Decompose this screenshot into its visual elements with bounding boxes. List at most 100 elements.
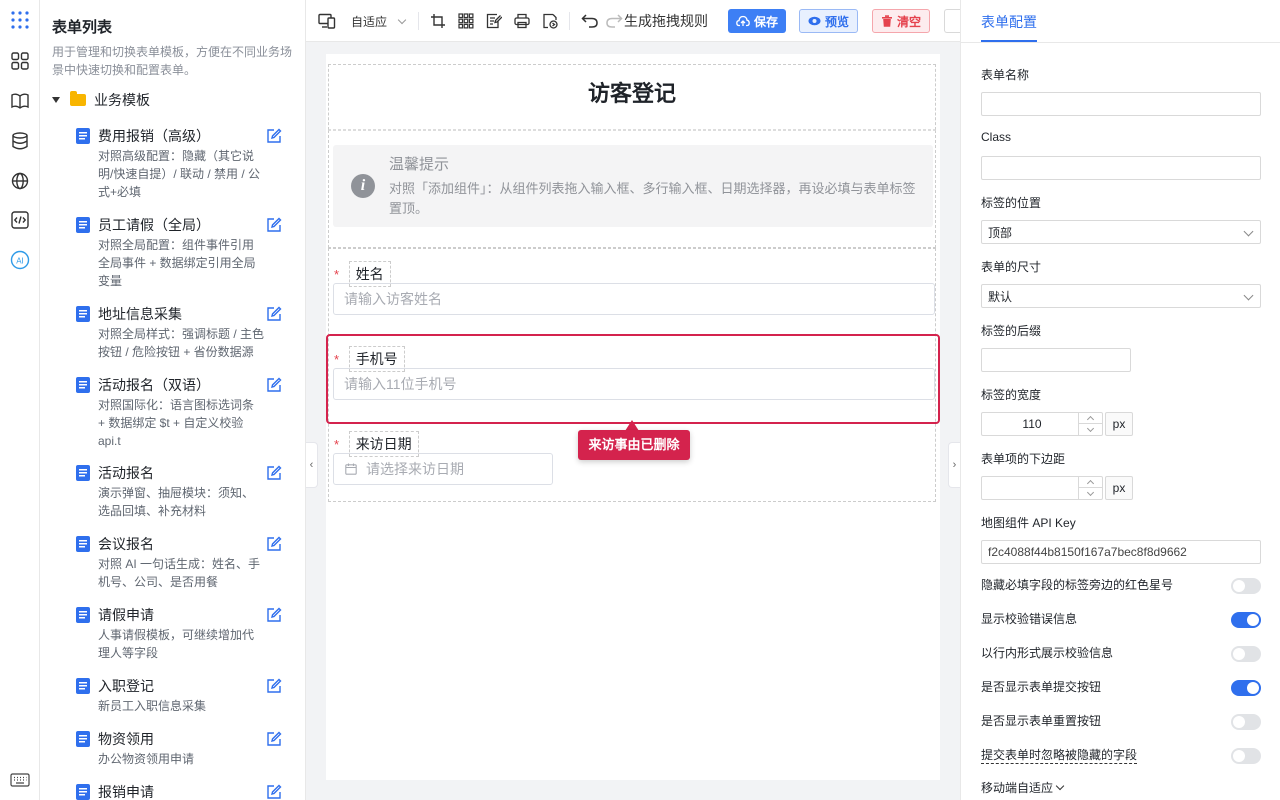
template-name: 地址信息采集 xyxy=(98,306,182,322)
document-icon xyxy=(76,784,90,800)
switch-label: 以行内形式展示校验信息 xyxy=(981,646,1114,660)
apps-icon[interactable] xyxy=(10,10,30,30)
edit-icon[interactable] xyxy=(266,784,282,800)
folder-business-templates[interactable]: 业务模板 xyxy=(52,90,150,110)
stepper-up-icon[interactable] xyxy=(1079,413,1102,424)
designer-toolbar: 自适应 生成拖拽规则 保存 预览 清空 xyxy=(306,0,960,42)
toggle-switch[interactable] xyxy=(1231,680,1261,696)
template-desc: 办公物资领用申请 xyxy=(98,752,195,766)
preview-button[interactable]: 预览 xyxy=(799,9,859,33)
stepper-down-icon[interactable] xyxy=(1079,488,1102,499)
visitor-name-input[interactable]: 请输入访客姓名 xyxy=(333,283,935,315)
api-key-input[interactable]: f2c4088f44b8150f167a7bec8f8d9662 xyxy=(981,540,1261,564)
title-block[interactable]: 访客登记 xyxy=(328,64,936,130)
toggle-switch[interactable] xyxy=(1231,714,1261,730)
template-name: 活动报名（双语） xyxy=(98,377,210,393)
book-icon[interactable] xyxy=(10,91,30,111)
edit-doc-icon[interactable] xyxy=(486,11,502,31)
edit-icon[interactable] xyxy=(266,731,282,747)
template-desc: 对照全局配置：组件事件引用全局事件 + 数据绑定引用全局变量 xyxy=(98,238,256,288)
label-position-label: 标签的位置 xyxy=(981,196,1042,210)
sidebar-title: 表单列表 xyxy=(52,19,113,36)
template-name: 员工请假（全局） xyxy=(98,217,210,233)
ai-icon[interactable]: AI xyxy=(10,250,30,270)
document-icon xyxy=(76,678,90,694)
edit-icon[interactable] xyxy=(266,217,282,233)
code-icon[interactable] xyxy=(10,210,30,230)
item-margin-stepper[interactable] xyxy=(1078,477,1102,499)
visit-date-picker[interactable]: 请选择来访日期 xyxy=(333,453,553,485)
redo-icon[interactable] xyxy=(605,11,623,31)
label-width-input[interactable]: 110 xyxy=(981,412,1103,436)
json-icon[interactable] xyxy=(542,11,558,31)
stepper-down-icon[interactable] xyxy=(1079,424,1102,435)
layout-mode-select[interactable]: 自适应 xyxy=(351,11,407,31)
tab-form-config[interactable]: 表单配置 xyxy=(981,12,1037,32)
item-margin-input[interactable] xyxy=(981,476,1103,500)
grid-icon[interactable] xyxy=(10,51,30,71)
document-icon xyxy=(76,217,90,233)
class-label: Class xyxy=(981,130,1012,144)
tip-block[interactable]: i 温馨提示 对照「添加组件」：从组件列表拖入输入框、多行输入框、日期选择器，再… xyxy=(328,130,936,248)
more-button[interactable] xyxy=(944,9,960,33)
device-icon[interactable] xyxy=(318,11,336,31)
chevron-down-icon xyxy=(397,15,407,24)
template-name: 报销申请 xyxy=(98,784,154,800)
toggle-switch[interactable] xyxy=(1231,578,1261,594)
document-icon xyxy=(76,128,90,144)
required-mark: * xyxy=(334,267,340,282)
document-icon xyxy=(76,731,90,747)
globe-icon[interactable] xyxy=(10,171,30,191)
form-config-panel: 表单配置 表单名称 Class 标签的位置 顶部 表单的尺寸 默认 标签的后缀 … xyxy=(960,0,1280,800)
form-size-select[interactable]: 默认 xyxy=(981,284,1261,308)
template-desc: 对照高级配置：隐藏（其它说明/快速自提）/ 联动 / 禁用 / 公式+必填 xyxy=(98,149,261,199)
form-list-sidebar: 表单列表 用于管理和切换表单模板，方便在不同业务场景中快速切换和配置表单。 业务… xyxy=(40,0,306,800)
crop-icon[interactable] xyxy=(430,11,446,31)
component-grid-icon[interactable] xyxy=(458,11,474,31)
chevron-down-icon xyxy=(1243,290,1254,301)
toggle-switch[interactable] xyxy=(1231,612,1261,628)
toggle-switch[interactable] xyxy=(1231,748,1261,764)
collapse-right-handle[interactable]: › xyxy=(948,442,960,488)
template-desc: 对照国际化：语言图标选词条 + 数据绑定 $t + 自定义校验 api.t xyxy=(98,398,255,448)
edit-icon[interactable] xyxy=(266,465,282,481)
label-suffix-input[interactable] xyxy=(981,348,1131,372)
template-desc: 演示弹窗、抽屉模块：须知、选品回填、补充材料 xyxy=(98,486,255,518)
toggle-switch[interactable] xyxy=(1231,646,1261,662)
print-icon[interactable] xyxy=(514,11,530,31)
form-size-value: 默认 xyxy=(988,289,1013,304)
edit-icon[interactable] xyxy=(266,607,282,623)
label-width-unit: px xyxy=(1105,412,1133,436)
save-button[interactable]: 保存 xyxy=(728,9,787,33)
class-input[interactable] xyxy=(981,156,1261,180)
undo-icon[interactable] xyxy=(581,11,599,31)
trash-icon xyxy=(882,15,892,27)
label-position-value: 顶部 xyxy=(988,225,1013,240)
visit-date-placeholder: 请选择来访日期 xyxy=(366,461,464,477)
edit-icon[interactable] xyxy=(266,678,282,694)
phone-input[interactable]: 请输入11位手机号 xyxy=(333,368,935,400)
database-icon[interactable] xyxy=(10,131,30,151)
mobile-adaptive-toggle[interactable]: 移动端自适应 xyxy=(981,779,1065,796)
form-name-label: 表单名称 xyxy=(981,68,1030,82)
stepper-up-icon[interactable] xyxy=(1079,477,1102,488)
form-name-input[interactable] xyxy=(981,92,1261,116)
document-icon xyxy=(76,306,90,322)
edit-icon[interactable] xyxy=(266,377,282,393)
collapse-left-handle[interactable]: ‹ xyxy=(306,442,318,488)
clear-button[interactable]: 清空 xyxy=(872,9,931,33)
switch-label: 隐藏必填字段的标签旁边的红色星号 xyxy=(981,578,1174,592)
form-title: 访客登记 xyxy=(587,81,676,106)
save-button-label: 保存 xyxy=(754,14,779,29)
calendar-icon xyxy=(345,463,357,475)
label-width-stepper[interactable] xyxy=(1078,413,1102,435)
edit-icon[interactable] xyxy=(266,536,282,552)
generate-drag-rules-button[interactable]: 生成拖拽规则 xyxy=(624,11,708,31)
edit-icon[interactable] xyxy=(266,306,282,322)
keyboard-icon[interactable] xyxy=(10,770,30,790)
label-position-select[interactable]: 顶部 xyxy=(981,220,1261,244)
edit-icon[interactable] xyxy=(266,128,282,144)
caret-down-icon[interactable] xyxy=(52,97,60,103)
form-size-label: 表单的尺寸 xyxy=(981,260,1042,274)
clear-button-label: 清空 xyxy=(897,14,922,29)
